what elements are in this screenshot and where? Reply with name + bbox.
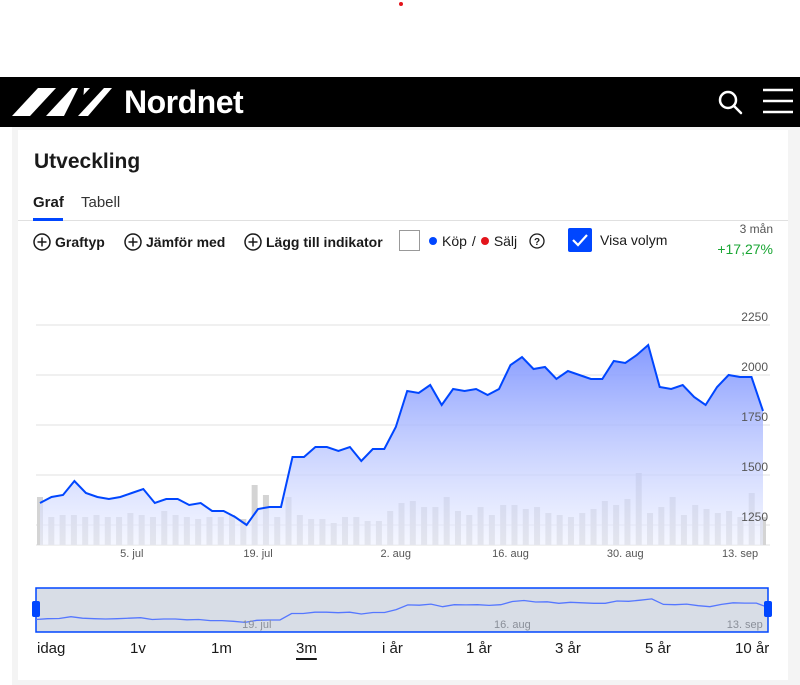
compare-button[interactable]: Jämför med xyxy=(124,232,225,252)
add-indicator-label: Lägg till indikator xyxy=(266,234,383,250)
buy-dot xyxy=(429,237,437,245)
range-3-ar-button[interactable]: 3 år xyxy=(555,640,581,657)
graftyp-label: Graftyp xyxy=(55,234,105,250)
y-tick-label: 1500 xyxy=(741,460,768,474)
range-navigator[interactable]: 19. jul 16. aug 13. sep xyxy=(30,585,775,635)
site-header: Nordnet xyxy=(0,77,800,127)
add-indicator-button[interactable]: Lägg till indikator xyxy=(244,232,383,252)
tab-tabell[interactable]: Tabell xyxy=(81,194,120,211)
y-tick-label: 2250 xyxy=(741,310,768,324)
show-volume-label: Visa volym xyxy=(600,232,668,248)
tab-divider xyxy=(18,220,788,221)
active-tab-indicator xyxy=(33,218,63,221)
x-tick-label: 16. aug xyxy=(492,548,529,560)
y-tick-label: 1750 xyxy=(741,410,768,424)
compare-label: Jämför med xyxy=(146,234,226,250)
navigator-label: 19. jul xyxy=(242,619,271,631)
navigator-handle-right[interactable] xyxy=(764,601,772,617)
buy-sell-checkbox[interactable] xyxy=(399,230,420,251)
nordnet-logo[interactable]: Nordnet xyxy=(12,84,244,120)
plus-circle-icon xyxy=(244,233,262,251)
x-axis-labels: 5. jul 19. jul 2. aug 16. aug 30. aug 13. sep xyxy=(120,548,758,560)
help-icon[interactable]: ? xyxy=(529,233,545,249)
menu-icon[interactable] xyxy=(762,87,794,115)
graftyp-button[interactable]: Graftyp xyxy=(33,232,105,252)
range-1v-button[interactable]: 1v xyxy=(130,640,146,657)
range-1-ar-button[interactable]: 1 år xyxy=(466,640,492,657)
period-label: 3 mån xyxy=(739,222,773,236)
buy-sell-legend: Köp / Sälj xyxy=(429,233,517,249)
plus-circle-icon xyxy=(33,233,51,251)
brand-name: Nordnet xyxy=(124,84,244,120)
range-3m-button[interactable]: 3m xyxy=(296,640,317,657)
plus-circle-icon xyxy=(124,233,142,251)
x-tick-label: 13. sep xyxy=(722,548,758,560)
y-tick-label: 1250 xyxy=(741,510,768,524)
range-i-ar-button[interactable]: i år xyxy=(382,640,403,657)
buy-label: Köp xyxy=(442,233,467,249)
price-chart[interactable]: 1250 1500 1750 2000 2250 5. jul 19. jul 2. aug… xyxy=(0,300,800,570)
range-10-ar-button[interactable]: 10 år xyxy=(735,640,769,657)
search-icon[interactable] xyxy=(717,89,743,115)
sell-dot xyxy=(480,237,489,245)
y-tick-label: 2000 xyxy=(741,360,768,374)
navigator-label: 16. aug xyxy=(494,619,531,631)
checkmark-icon xyxy=(572,234,588,247)
navigator-window[interactable] xyxy=(35,587,769,633)
x-tick-label: 2. aug xyxy=(380,548,411,560)
x-tick-label: 30. aug xyxy=(607,548,644,560)
x-tick-label: 19. jul xyxy=(243,548,272,560)
range-idag-button[interactable]: idag xyxy=(37,640,65,657)
navigator-handle-left[interactable] xyxy=(32,601,40,617)
range-5-ar-button[interactable]: 5 år xyxy=(645,640,671,657)
section-title: Utveckling xyxy=(34,150,141,173)
top-dot xyxy=(399,2,403,6)
tab-graf[interactable]: Graf xyxy=(33,194,64,211)
range-1m-button[interactable]: 1m xyxy=(211,640,232,657)
sell-label: Sälj xyxy=(493,233,518,249)
svg-text:?: ? xyxy=(534,237,540,248)
legend-separator: / xyxy=(471,233,476,249)
x-tick-label: 5. jul xyxy=(120,548,143,560)
navigator-label: 13. sep xyxy=(727,619,763,631)
change-value: +17,27% xyxy=(717,241,773,257)
show-volume-checkbox[interactable] xyxy=(568,228,592,252)
nordnet-logo-mark xyxy=(12,88,112,116)
